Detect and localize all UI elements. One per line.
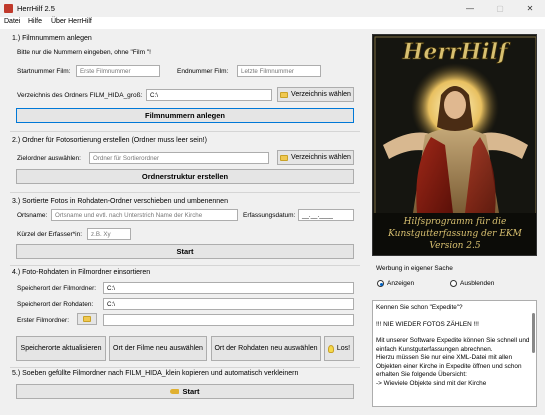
- end-number-input[interactable]: Letzte Filmnummer: [237, 65, 321, 77]
- raw-location-input[interactable]: C:\: [103, 298, 354, 310]
- close-button[interactable]: ✕: [515, 0, 545, 17]
- choose-dir-button-2-label: Verzeichnis wählen: [291, 154, 351, 161]
- choose-dir-button-1[interactable]: Verzeichnis wählen: [277, 87, 354, 102]
- textbox-scrollbar[interactable]: [532, 313, 535, 353]
- divider: [10, 265, 360, 266]
- place-name-input[interactable]: Ortsname und evtl. nach Unterstrich Name…: [51, 209, 238, 221]
- date-label: Erfassungsdatum:: [243, 212, 296, 219]
- section1-title: 1.) Filmnummern anlegen: [12, 35, 92, 42]
- dir-gross-input[interactable]: C:\: [146, 89, 272, 101]
- section2-title: 2.) Ordner für Fotosortierung erstellen …: [12, 137, 207, 144]
- section3-title: 3.) Sortierte Fotos in Rohdaten-Ordner v…: [12, 198, 228, 205]
- app-icon: [4, 4, 13, 13]
- target-folder-label: Zielordner auswählen:: [17, 155, 81, 162]
- ad-line: Kennen Sie schon "Expedite"?: [376, 304, 463, 311]
- initials-label: Kürzel der Erfasser*in:: [17, 231, 83, 238]
- dir-gross-label: Verzeichnis des Ordners FILM_HIDA_groß:: [17, 92, 143, 99]
- copy-shrink-start-button[interactable]: Start: [16, 384, 354, 399]
- create-folder-structure-button[interactable]: Ordnerstruktur erstellen: [16, 169, 354, 184]
- refresh-locations-button[interactable]: Speicherorte aktualisieren: [16, 336, 106, 361]
- move-rename-start-button[interactable]: Start: [16, 244, 354, 259]
- target-folder-input[interactable]: Ordner für Sortierordner: [89, 152, 269, 164]
- go-button-label: Los!: [336, 345, 351, 352]
- expedite-ad-textbox[interactable]: Kennen Sie schon "Expedite"? !!! NIE WIE…: [372, 300, 537, 407]
- film-location-input[interactable]: C:\: [103, 282, 354, 294]
- ads-show-radio[interactable]: [377, 280, 384, 287]
- divider: [10, 367, 360, 368]
- ads-hide-label: Ausblenden: [460, 280, 495, 287]
- folder-icon: [280, 154, 289, 161]
- poster-caption-2: Kunstgutterfassung der EKM: [387, 229, 522, 239]
- choose-raw-location-button[interactable]: Ort der Rohdaten neu auswählen: [211, 336, 321, 361]
- copy-shrink-start-label: Start: [182, 387, 200, 396]
- divider: [10, 131, 360, 132]
- poster-caption-3: Version 2.5: [429, 241, 480, 251]
- go-button[interactable]: Los!: [324, 336, 354, 361]
- title-bar: HerrHilf 2.5 — ▢ ✕: [0, 0, 545, 17]
- first-folder-input[interactable]: [103, 314, 354, 326]
- ad-line: Hierzu müssen Sie nur eine XML-Datei mit…: [376, 354, 522, 378]
- menu-ueber[interactable]: Über HerrHilf: [51, 18, 92, 25]
- end-number-label: Endnummer Film:: [177, 68, 229, 75]
- poster-caption-1: Hilfsprogramm für die: [403, 217, 507, 227]
- menu-bar: Datei Hilfe Über HerrHilf: [0, 17, 545, 29]
- folder-icon: [83, 316, 91, 322]
- ad-line: !!! NIE WIEDER FOTOS ZÄHLEN !!!: [376, 320, 479, 328]
- initials-input[interactable]: z.B. Xy: [87, 228, 131, 240]
- menu-datei[interactable]: Datei: [4, 18, 20, 25]
- section4-title: 4.) Foto-Rohdaten in Filmordner einsorti…: [12, 269, 151, 276]
- folder-icon: [280, 91, 289, 98]
- key-icon: [170, 389, 180, 394]
- ad-line: -> Wieviele Objekte sind mit der Kirche: [376, 379, 487, 387]
- choose-films-location-button[interactable]: Ort der Filme neu auswählen: [109, 336, 207, 361]
- place-name-label: Ortsname:: [17, 212, 48, 219]
- menu-hilfe[interactable]: Hilfe: [28, 18, 42, 25]
- film-location-label: Speicherort der Filmordner:: [17, 285, 97, 292]
- minimize-button[interactable]: —: [455, 0, 485, 17]
- start-number-input[interactable]: Erste Filmnummer: [76, 65, 160, 77]
- section5-title: 5.) Soeben gefüllte Filmordner nach FILM…: [12, 370, 299, 377]
- divider: [10, 192, 360, 193]
- ads-show-label: Anzeigen: [387, 280, 415, 287]
- date-input[interactable]: __.__.____: [298, 209, 354, 221]
- section1-hint: Bitte nur die Nummern eingeben, ohne "Fi…: [17, 49, 151, 56]
- ads-title: Werbung in eigener Sache: [376, 265, 453, 272]
- ads-hide-radio[interactable]: [450, 280, 457, 287]
- choose-dir-button-2[interactable]: Verzeichnis wählen: [277, 150, 354, 165]
- herrhilf-poster-image: HerrHilf Hilfsprogramm für die Kunstgutt…: [372, 34, 537, 256]
- poster-logo: HerrHilf: [402, 39, 511, 65]
- ad-line: Mit unserer Software Expedite können Sie…: [376, 337, 530, 353]
- ad-blank: [376, 313, 533, 321]
- first-folder-button[interactable]: [77, 313, 97, 325]
- ad-blank: [376, 329, 533, 337]
- first-folder-label: Erster Filmordner:: [17, 317, 70, 324]
- create-film-numbers-button[interactable]: Filmnummern anlegen: [16, 108, 354, 123]
- maximize-button[interactable]: ▢: [485, 0, 515, 17]
- lightbulb-icon: [327, 344, 334, 353]
- raw-location-label: Speicherort der Rohdaten:: [17, 301, 94, 308]
- jesus-illustration: HerrHilf Hilfsprogramm für die Kunstgutt…: [373, 35, 536, 255]
- start-number-label: Startnummer Film:: [17, 68, 71, 75]
- choose-dir-button-1-label: Verzeichnis wählen: [291, 91, 351, 98]
- window-title: HerrHilf 2.5: [17, 4, 55, 13]
